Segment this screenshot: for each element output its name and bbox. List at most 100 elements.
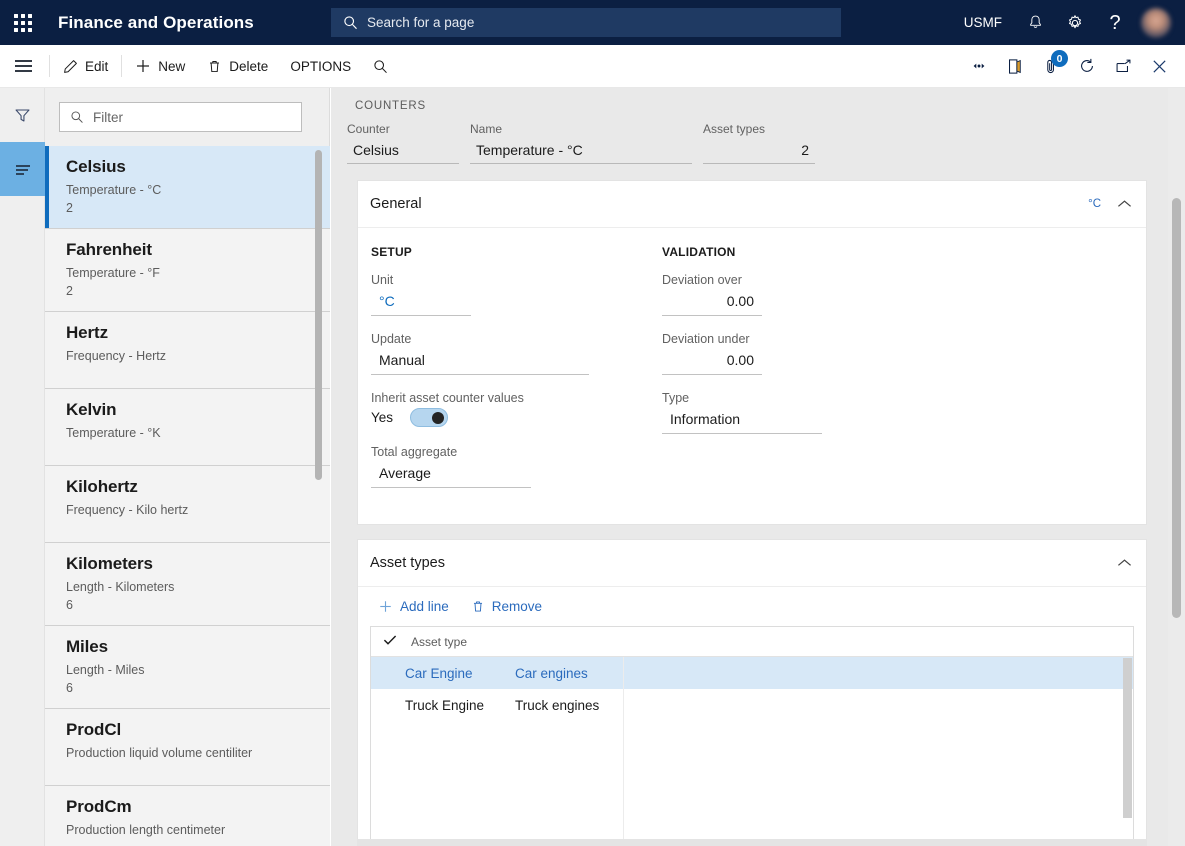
list-item[interactable]: Fahrenheit Temperature - °F 2 — [45, 229, 330, 312]
header-field-value[interactable]: 2 — [703, 140, 815, 164]
header-field-value[interactable]: Temperature - °C — [470, 140, 692, 164]
list-item[interactable]: Kelvin Temperature - °K — [45, 389, 330, 466]
setup-heading: SETUP — [371, 245, 413, 259]
delete-button-label: Delete — [229, 58, 269, 74]
list-item-subtitle: Length - Miles — [66, 663, 145, 677]
open-in-office-button[interactable] — [997, 45, 1033, 87]
chevron-up-icon[interactable] — [1117, 556, 1132, 571]
update-input[interactable]: Manual — [371, 349, 589, 375]
header-field-counter: Counter Celsius — [347, 122, 470, 164]
grid-horizontal-scrollbar[interactable] — [357, 839, 1147, 846]
inherit-asset-counter-values-field: Inherit asset counter values Yes — [371, 391, 648, 427]
asset-types-grid: Asset type Car Engine Car engines Truck … — [370, 626, 1134, 846]
main-scrollbar-track[interactable] — [1168, 88, 1185, 846]
navigation-pane-toggle[interactable] — [0, 45, 47, 87]
table-row[interactable]: Car Engine Car engines — [371, 657, 1133, 689]
list-item-title: Kelvin — [66, 400, 117, 419]
add-line-button[interactable]: Add line — [370, 595, 457, 618]
waffle-menu-button[interactable] — [0, 0, 46, 45]
header-field-asset-types: Asset types 2 — [703, 122, 815, 164]
question-mark-icon: ? — [1109, 11, 1121, 34]
top-navigation-bar: Finance and Operations Search for a page… — [0, 0, 1185, 45]
global-search-input[interactable]: Search for a page — [331, 8, 841, 37]
list-item-subtitle: Temperature - °F — [66, 266, 160, 280]
filter-input-placeholder: Filter — [93, 109, 123, 125]
left-icon-rail — [0, 88, 45, 846]
grid-scrollbar-thumb[interactable] — [1123, 658, 1132, 818]
relations-button[interactable] — [961, 45, 997, 87]
deviation-under-field: Deviation under 0.00 — [662, 332, 938, 375]
pop-out-button[interactable] — [1105, 45, 1141, 87]
list-item-title: Hertz — [66, 323, 109, 342]
unit-input[interactable]: °C — [371, 290, 471, 316]
refresh-icon — [1081, 58, 1093, 72]
edit-button-label: Edit — [85, 58, 109, 74]
waffle-grid-icon — [14, 13, 32, 32]
avatar[interactable] — [1141, 7, 1171, 38]
deviation-over-input[interactable]: 0.00 — [662, 290, 762, 316]
header-field-label: Counter — [347, 122, 390, 136]
open-in-office-icon — [1009, 58, 1021, 74]
main-content-area: COUNTERS Counter Celsius Name Temperatur… — [331, 88, 1185, 846]
list-item[interactable]: Kilohertz Frequency - Kilo hertz — [45, 466, 330, 543]
chevron-up-icon[interactable] — [1117, 197, 1132, 212]
close-button[interactable] — [1141, 45, 1177, 87]
type-input[interactable]: Information — [662, 408, 822, 434]
search-icon — [71, 111, 83, 123]
header-field-value[interactable]: Celsius — [347, 140, 459, 164]
grid-column-divider — [623, 657, 624, 846]
list-item-title: Miles — [66, 637, 109, 656]
total-aggregate-input[interactable]: Average — [371, 462, 531, 488]
filter-pane-button[interactable] — [0, 88, 45, 142]
command-search-button[interactable] — [362, 51, 399, 81]
grid-column-header-asset-type[interactable]: Asset type — [411, 635, 467, 649]
general-section-header[interactable]: General °C — [358, 181, 1146, 228]
remove-label: Remove — [491, 599, 543, 614]
pencil-icon — [64, 59, 77, 73]
refresh-button[interactable] — [1069, 45, 1105, 87]
new-button-label: New — [158, 58, 186, 74]
attachments-button[interactable]: 0 — [1033, 45, 1069, 87]
checkmark-icon[interactable] — [383, 634, 411, 649]
asset-types-section-title: Asset types — [370, 555, 445, 571]
new-button[interactable]: New — [124, 51, 196, 81]
trash-icon — [210, 60, 220, 72]
list-item[interactable]: Celsius Temperature - °C 2 — [45, 146, 330, 229]
list-item[interactable]: ProdCl Production liquid volume centilit… — [45, 709, 330, 786]
list-item-subtitle: Frequency - Kilo hertz — [66, 503, 189, 517]
remove-button[interactable]: Remove — [463, 595, 550, 618]
command-bar: Edit New Delete OPTIONS 0 — [0, 45, 1185, 88]
total-aggregate-label: Total aggregate — [371, 445, 458, 459]
deviation-under-input[interactable]: 0.00 — [662, 349, 762, 375]
type-field: Type Information — [662, 391, 938, 434]
options-button[interactable]: OPTIONS — [279, 51, 362, 81]
delete-button[interactable]: Delete — [196, 51, 279, 81]
global-search-placeholder: Search for a page — [367, 15, 475, 30]
company-selector[interactable]: USMF — [951, 15, 1015, 30]
list-item-count: 6 — [66, 681, 73, 695]
list-item[interactable]: Hertz Frequency - Hertz — [45, 312, 330, 389]
list-item[interactable]: Kilometers Length - Kilometers 6 — [45, 543, 330, 626]
list-item[interactable]: Miles Length - Miles 6 — [45, 626, 330, 709]
help-button[interactable]: ? — [1095, 0, 1135, 45]
list-item-subtitle: Production length centimeter — [66, 823, 226, 837]
table-row[interactable]: Truck Engine Truck engines — [371, 689, 1133, 721]
list-item-title: Celsius — [66, 157, 126, 176]
asset-types-section-header[interactable]: Asset types — [358, 540, 1146, 587]
list-item-title: ProdCm — [66, 797, 132, 816]
edit-button[interactable]: Edit — [52, 51, 119, 81]
main-scrollbar-thumb[interactable] — [1172, 198, 1181, 618]
inherit-toggle-switch[interactable] — [410, 408, 449, 427]
notifications-button[interactable] — [1015, 0, 1055, 45]
hamburger-menu-icon — [15, 57, 32, 76]
list-item-subtitle: Production liquid volume centiliter — [66, 746, 253, 760]
validation-column: VALIDATION Deviation over 0.00 Deviation… — [648, 245, 938, 504]
settings-button[interactable] — [1055, 0, 1095, 45]
header-field-label: Asset types — [703, 122, 766, 136]
grid-cell-code: Car Engine — [405, 665, 473, 681]
list-item[interactable]: ProdCm Production length centimeter — [45, 786, 330, 846]
filter-input[interactable]: Filter — [59, 102, 302, 132]
list-scrollbar-thumb[interactable] — [315, 150, 322, 480]
list-pane-button[interactable] — [0, 142, 45, 196]
deviation-over-field: Deviation over 0.00 — [662, 273, 938, 316]
